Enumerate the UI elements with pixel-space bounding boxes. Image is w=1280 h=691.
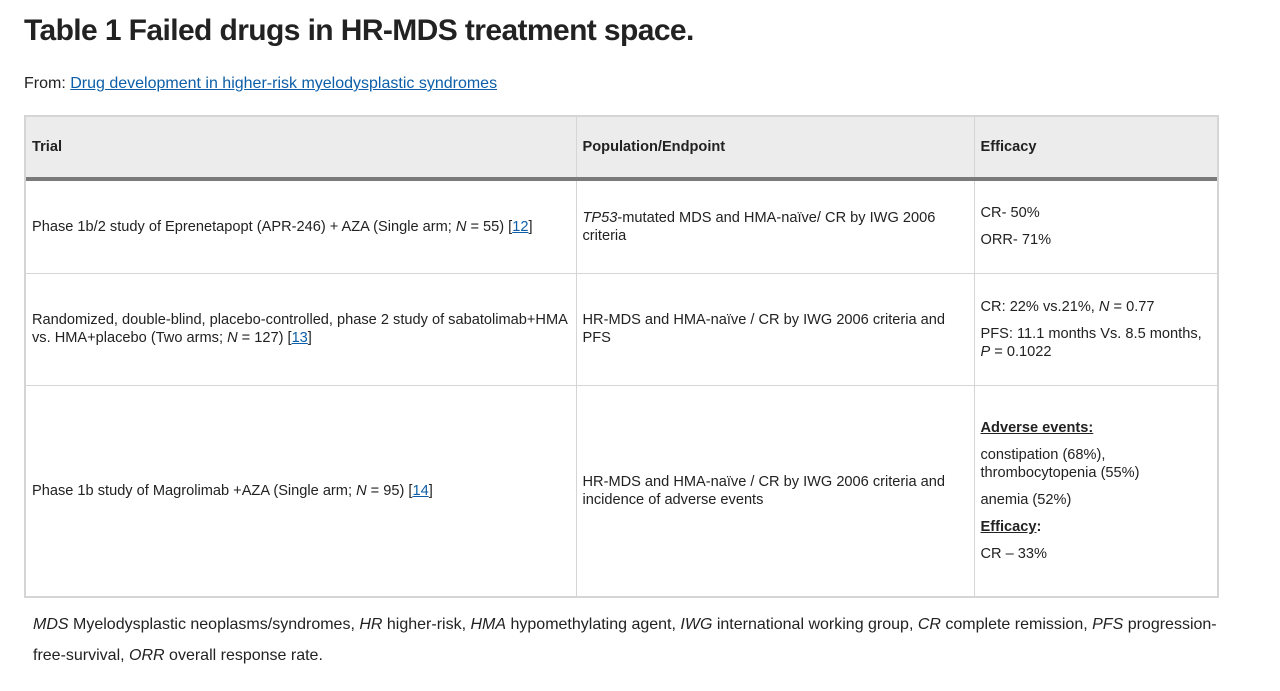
efficacy-text: PFS: 11.1 months Vs. 8.5 months, [980,325,1202,342]
population-text: HR-MDS and HMA-naïve / CR by IWG 2006 cr… [582,312,946,346]
efficacy-heading: Efficacy: [981,518,1212,536]
cell-efficacy: CR: 22% vs.21%, N = 0.77 PFS: 11.1 month… [973,272,1217,385]
source-article-link[interactable]: Drug development in higher-risk myelodys… [70,75,497,92]
n-label: N [1098,298,1110,315]
efficacy-text: = 0.1022 [990,343,1052,360]
efficacy-line: ORR- 71% [980,232,1052,249]
table-footnote: MDS Myelodysplastic neoplasms/syndromes,… [33,609,1223,671]
trial-text: Phase 1b/2 study of Eprenetapopt (APR-24… [32,218,456,235]
efficacy-line: CR- 50% [980,205,1040,222]
cell-trial: Phase 1b/2 study of Eprenetapopt (APR-24… [26,178,576,273]
abbr: CR [917,616,941,633]
n-label: N [455,218,467,235]
n-value: = 95) [ [366,482,413,499]
n-label: N [356,482,367,499]
table-row: Phase 1b/2 study of Eprenetapopt (APR-24… [26,178,1217,273]
efficacy-text: = 0.77 [1109,298,1155,315]
efficacy-line: constipation (68%), thrombocytopenia (55… [980,446,1140,481]
abbr: HMA [470,616,507,633]
abbr: ORR [129,647,165,664]
efficacy-colon: : [1036,518,1042,535]
abbr-def: international working group, [712,616,918,633]
p-label: P [980,343,991,360]
table-header-row: Trial Population/Endpoint Efficacy [26,117,1217,181]
cell-efficacy: Adverse events: constipation (68%), thro… [973,384,1217,596]
abbr: HR [359,616,383,633]
efficacy-label: Efficacy [980,518,1037,535]
abbr-def: complete remission, [940,616,1093,633]
abbr: IWG [680,616,713,633]
abbr-def: Myelodysplastic neoplasms/syndromes, [68,616,360,633]
drug-table-container: Trial Population/Endpoint Efficacy Phase… [24,115,1219,598]
efficacy-text: CR: 22% vs.21%, [980,298,1099,315]
cell-trial: Randomized, double-blind, placebo-contro… [26,272,576,385]
reference-link-13[interactable]: 13 [292,330,308,346]
ref-close: ] [307,330,312,346]
cell-population: TP53-mutated MDS and HMA-naïve/ CR by IW… [575,178,974,273]
cell-efficacy: CR- 50% ORR- 71% [973,178,1217,273]
gene-name: TP53 [582,209,618,226]
n-value: = 127) [ [237,330,292,346]
population-text: -mutated MDS and HMA-naïve/ CR by IWG 20… [582,209,936,244]
n-label: N [227,330,238,346]
table-row: Phase 1b study of Magrolimab +AZA (Singl… [26,384,1217,596]
population-text: HR-MDS and HMA-naïve / CR by IWG 2006 cr… [582,473,946,508]
abbr: PFS [1092,616,1124,633]
abbr-def: higher-risk, [382,616,471,633]
adverse-events-label: Adverse events: [980,419,1094,436]
cell-population: HR-MDS and HMA-naïve / CR by IWG 2006 cr… [575,272,974,385]
adverse-events-heading: Adverse events: [981,419,1212,437]
header-trial: Trial [26,117,576,181]
header-efficacy: Efficacy [973,117,1217,181]
cell-population: HR-MDS and HMA-naïve / CR by IWG 2006 cr… [575,384,974,596]
abbr: MDS [33,616,69,633]
n-value: = 55) [ [466,218,513,235]
cell-trial: Phase 1b study of Magrolimab +AZA (Singl… [26,384,576,596]
table-row: Randomized, double-blind, placebo-contro… [26,272,1217,385]
failed-drugs-table: Trial Population/Endpoint Efficacy Phase… [26,117,1217,596]
ref-close: ] [428,482,433,499]
efficacy-line: CR – 33% [980,545,1048,562]
ref-close: ] [528,218,533,235]
from-prefix: From: [24,75,71,92]
abbr-def: hypomethylating agent, [506,616,681,633]
efficacy-line: anemia (52%) [980,491,1072,508]
source-line: From: Drug development in higher-risk my… [24,74,497,94]
reference-link-14[interactable]: 14 [412,483,428,499]
header-population-endpoint: Population/Endpoint [575,117,974,181]
table-title: Table 1 Failed drugs in HR-MDS treatment… [24,14,694,47]
efficacy-line: CR: 22% vs.21%, N = 0.77 [981,298,1212,316]
trial-text: Phase 1b study of Magrolimab +AZA (Singl… [32,482,357,499]
abbr-def: overall response rate. [164,647,323,664]
reference-link-12[interactable]: 12 [512,219,528,235]
efficacy-line: PFS: 11.1 months Vs. 8.5 months, P = 0.1… [981,325,1212,361]
